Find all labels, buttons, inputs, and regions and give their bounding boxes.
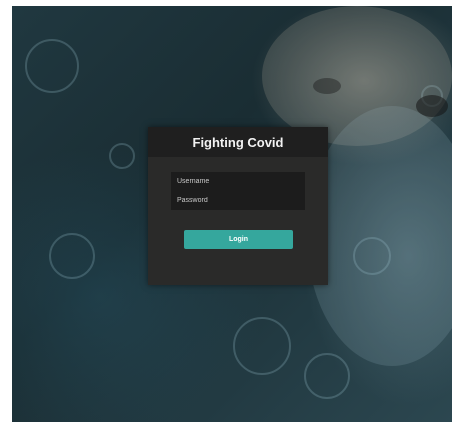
login-fields [171, 172, 305, 210]
background-image: Fighting Covid Login [12, 6, 452, 422]
login-button[interactable]: Login [184, 230, 293, 249]
password-input[interactable] [171, 191, 305, 210]
login-header: Fighting Covid [148, 127, 328, 157]
username-input[interactable] [171, 172, 305, 191]
login-title: Fighting Covid [192, 134, 284, 150]
login-card: Fighting Covid Login [148, 127, 328, 285]
